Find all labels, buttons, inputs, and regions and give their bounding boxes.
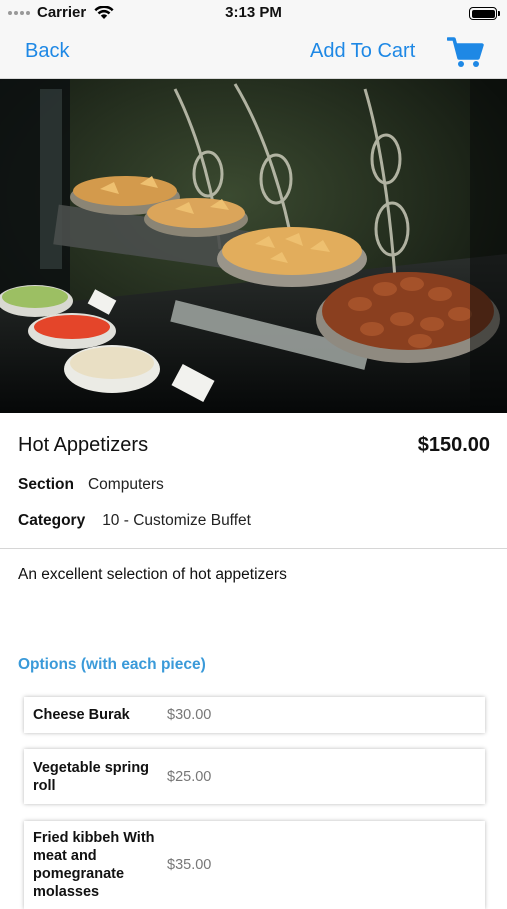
option-card[interactable]: Vegetable spring roll $25.00 [24, 749, 485, 804]
section-label: Section [18, 476, 74, 493]
category-value: 10 - Customize Buffet [102, 512, 251, 529]
cart-icon[interactable] [447, 36, 484, 68]
category-row: Category 10 - Customize Buffet [18, 512, 251, 530]
product-price: $150.00 [417, 434, 490, 456]
product-description: An excellent selection of hot appetizers [18, 566, 287, 583]
product-title: Hot Appetizers [18, 434, 149, 456]
category-label: Category [18, 512, 86, 529]
option-price: $25.00 [167, 768, 212, 785]
divider [0, 548, 507, 549]
option-card[interactable]: Fried kibbeh With meat and pomegranate m… [24, 821, 485, 909]
status-bar: Carrier 3:13 PM [0, 0, 507, 26]
options-heading: Options (with each piece) [18, 656, 206, 673]
option-price: $35.00 [167, 857, 212, 873]
section-value: Computers [87, 476, 164, 493]
option-name: Fried kibbeh With meat and pomegranate m… [33, 830, 155, 900]
option-card[interactable]: Cheese Burak $30.00 [24, 697, 485, 733]
option-price: $30.00 [167, 707, 212, 723]
option-name: Cheese Burak [33, 707, 130, 723]
add-to-cart-button[interactable]: Add To Cart [310, 40, 415, 63]
back-button[interactable]: Back [25, 40, 69, 63]
section-row: Section Computers [18, 476, 164, 494]
option-name: Vegetable spring roll [33, 759, 150, 794]
battery-icon [469, 7, 500, 20]
status-time: 3:13 PM [225, 4, 282, 21]
product-image [0, 79, 507, 413]
navigation-bar: Back Add To Cart [0, 26, 507, 79]
